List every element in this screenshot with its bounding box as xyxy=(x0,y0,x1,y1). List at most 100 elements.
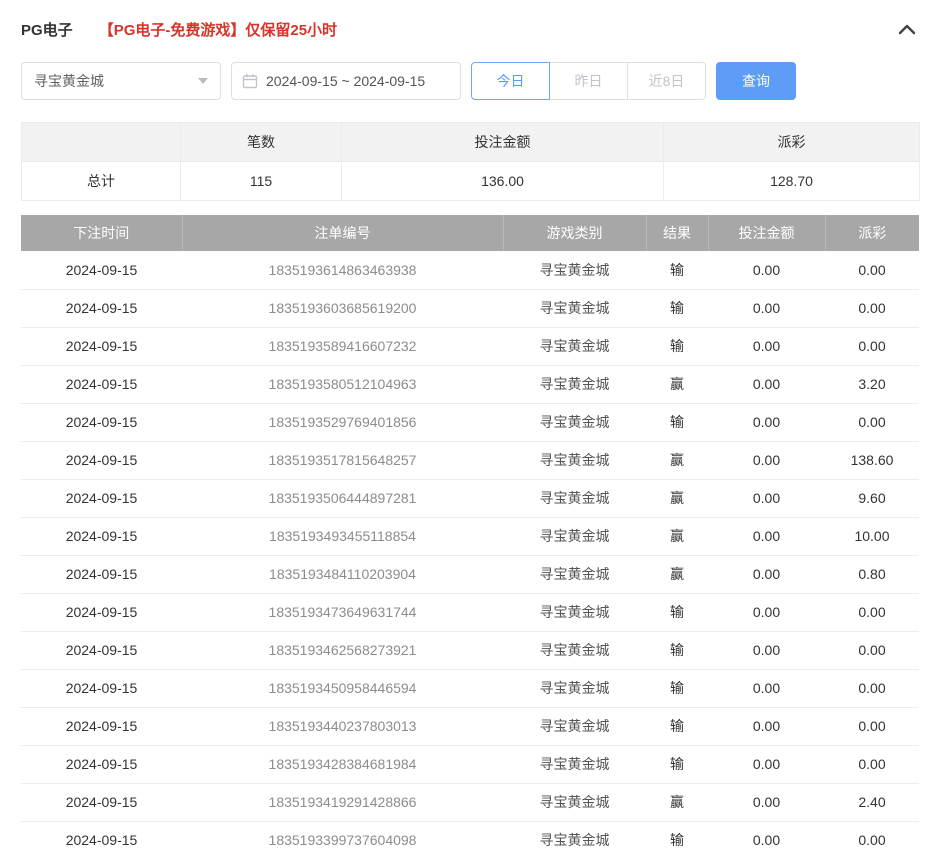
table-row: 2024-09-151835193473649631744寻宝黄金城输0.000… xyxy=(21,593,919,631)
table-cell: 赢 xyxy=(646,783,708,821)
table-row: 2024-09-151835193462568273921寻宝黄金城输0.000… xyxy=(21,631,919,669)
table-cell: 0.00 xyxy=(708,365,825,403)
search-button[interactable]: 查询 xyxy=(716,62,796,100)
table-cell: 1835193450958446594 xyxy=(182,669,503,707)
table-cell: 1835193529769401856 xyxy=(182,403,503,441)
summary-table: 笔数 投注金额 派彩 总计 115 136.00 128.70 xyxy=(21,122,920,201)
table-cell: 2024-09-15 xyxy=(21,441,182,479)
table-cell: 1835193428384681984 xyxy=(182,745,503,783)
table-cell: 2024-09-15 xyxy=(21,593,182,631)
table-cell: 0.00 xyxy=(708,821,825,851)
table-cell: 寻宝黄金城 xyxy=(503,707,646,745)
table-cell: 1835193484110203904 xyxy=(182,555,503,593)
summary-total-payout: 128.70 xyxy=(664,162,920,201)
range-button-yesterday[interactable]: 昨日 xyxy=(549,62,628,100)
summary-total-row: 总计 115 136.00 128.70 xyxy=(22,162,920,201)
table-cell: 赢 xyxy=(646,441,708,479)
range-button-last8days[interactable]: 近8日 xyxy=(627,62,706,100)
table-row: 2024-09-151835193399737604098寻宝黄金城输0.000… xyxy=(21,821,919,851)
table-cell: 寻宝黄金城 xyxy=(503,441,646,479)
table-cell: 0.00 xyxy=(708,441,825,479)
filter-bar: 寻宝黄金城 2024-09-15 ~ 2024-09-15 今日 昨日 近8日 … xyxy=(21,62,919,100)
table-cell: 2024-09-15 xyxy=(21,403,182,441)
table-cell: 1835193473649631744 xyxy=(182,593,503,631)
table-row: 2024-09-151835193580512104963寻宝黄金城赢0.003… xyxy=(21,365,919,403)
table-cell: 2024-09-15 xyxy=(21,669,182,707)
table-cell: 寻宝黄金城 xyxy=(503,555,646,593)
table-cell: 9.60 xyxy=(825,479,919,517)
table-cell: 2024-09-15 xyxy=(21,479,182,517)
table-cell: 0.00 xyxy=(708,479,825,517)
table-cell: 寻宝黄金城 xyxy=(503,669,646,707)
column-header-0: 下注时间 xyxy=(21,215,182,251)
table-cell: 赢 xyxy=(646,555,708,593)
table-cell: 输 xyxy=(646,593,708,631)
table-cell: 0.00 xyxy=(825,327,919,365)
table-cell: 输 xyxy=(646,631,708,669)
table-cell: 2024-09-15 xyxy=(21,365,182,403)
records-table: 下注时间注单编号游戏类别结果投注金额派彩 2024-09-15183519361… xyxy=(21,215,919,851)
panel: PG电子 【PG电子-免费游戏】仅保留25小时 寻宝黄金城 2024-09-15… xyxy=(0,0,940,851)
summary-header-payout: 派彩 xyxy=(664,123,920,162)
table-cell: 0.00 xyxy=(708,707,825,745)
table-cell: 0.00 xyxy=(708,555,825,593)
table-cell: 0.00 xyxy=(825,821,919,851)
table-cell: 1835193493455118854 xyxy=(182,517,503,555)
table-cell: 1835193506444897281 xyxy=(182,479,503,517)
notice-text: 【PG电子-免费游戏】仅保留25小时 xyxy=(99,19,337,40)
game-select-value: 寻宝黄金城 xyxy=(34,71,104,91)
table-cell: 输 xyxy=(646,327,708,365)
table-cell: 寻宝黄金城 xyxy=(503,365,646,403)
table-cell: 寻宝黄金城 xyxy=(503,289,646,327)
summary-header-bet-amount: 投注金额 xyxy=(342,123,664,162)
table-cell: 0.00 xyxy=(708,289,825,327)
table-cell: 寻宝黄金城 xyxy=(503,631,646,669)
table-cell: 3.20 xyxy=(825,365,919,403)
summary-total-count: 115 xyxy=(181,162,342,201)
column-header-4: 投注金额 xyxy=(708,215,825,251)
table-row: 2024-09-151835193517815648257寻宝黄金城赢0.001… xyxy=(21,441,919,479)
summary-header-empty xyxy=(22,123,181,162)
table-row: 2024-09-151835193529769401856寻宝黄金城输0.000… xyxy=(21,403,919,441)
chevron-up-icon xyxy=(898,23,916,35)
table-cell: 输 xyxy=(646,669,708,707)
collapse-button[interactable] xyxy=(895,17,919,41)
table-cell: 0.00 xyxy=(825,707,919,745)
table-cell: 寻宝黄金城 xyxy=(503,251,646,289)
table-cell: 赢 xyxy=(646,517,708,555)
table-cell: 1835193603685619200 xyxy=(182,289,503,327)
table-cell: 0.00 xyxy=(708,517,825,555)
summary-header-count: 笔数 xyxy=(181,123,342,162)
table-row: 2024-09-151835193428384681984寻宝黄金城输0.000… xyxy=(21,745,919,783)
summary-total-bet-amount: 136.00 xyxy=(342,162,664,201)
table-cell: 输 xyxy=(646,707,708,745)
column-header-2: 游戏类别 xyxy=(503,215,646,251)
table-cell: 输 xyxy=(646,821,708,851)
table-row: 2024-09-151835193614863463938寻宝黄金城输0.000… xyxy=(21,251,919,289)
table-cell: 寻宝黄金城 xyxy=(503,783,646,821)
table-cell: 2024-09-15 xyxy=(21,251,182,289)
table-cell: 输 xyxy=(646,745,708,783)
table-cell: 10.00 xyxy=(825,517,919,555)
table-cell: 2024-09-15 xyxy=(21,555,182,593)
date-range-input[interactable]: 2024-09-15 ~ 2024-09-15 xyxy=(231,62,461,100)
table-cell: 输 xyxy=(646,251,708,289)
table-cell: 寻宝黄金城 xyxy=(503,745,646,783)
table-cell: 1835193589416607232 xyxy=(182,327,503,365)
table-row: 2024-09-151835193603685619200寻宝黄金城输0.000… xyxy=(21,289,919,327)
table-cell: 1835193614863463938 xyxy=(182,251,503,289)
table-row: 2024-09-151835193506444897281寻宝黄金城赢0.009… xyxy=(21,479,919,517)
table-cell: 0.00 xyxy=(708,593,825,631)
range-button-today[interactable]: 今日 xyxy=(471,62,550,100)
summary-header-row: 笔数 投注金额 派彩 xyxy=(22,123,920,162)
game-select[interactable]: 寻宝黄金城 xyxy=(21,62,221,100)
table-row: 2024-09-151835193493455118854寻宝黄金城赢0.001… xyxy=(21,517,919,555)
chevron-down-icon xyxy=(198,78,208,84)
table-cell: 寻宝黄金城 xyxy=(503,821,646,851)
table-cell: 0.80 xyxy=(825,555,919,593)
table-cell: 0.00 xyxy=(708,669,825,707)
table-cell: 1835193419291428866 xyxy=(182,783,503,821)
table-row: 2024-09-151835193419291428866寻宝黄金城赢0.002… xyxy=(21,783,919,821)
table-row: 2024-09-151835193440237803013寻宝黄金城输0.000… xyxy=(21,707,919,745)
table-cell: 1835193462568273921 xyxy=(182,631,503,669)
